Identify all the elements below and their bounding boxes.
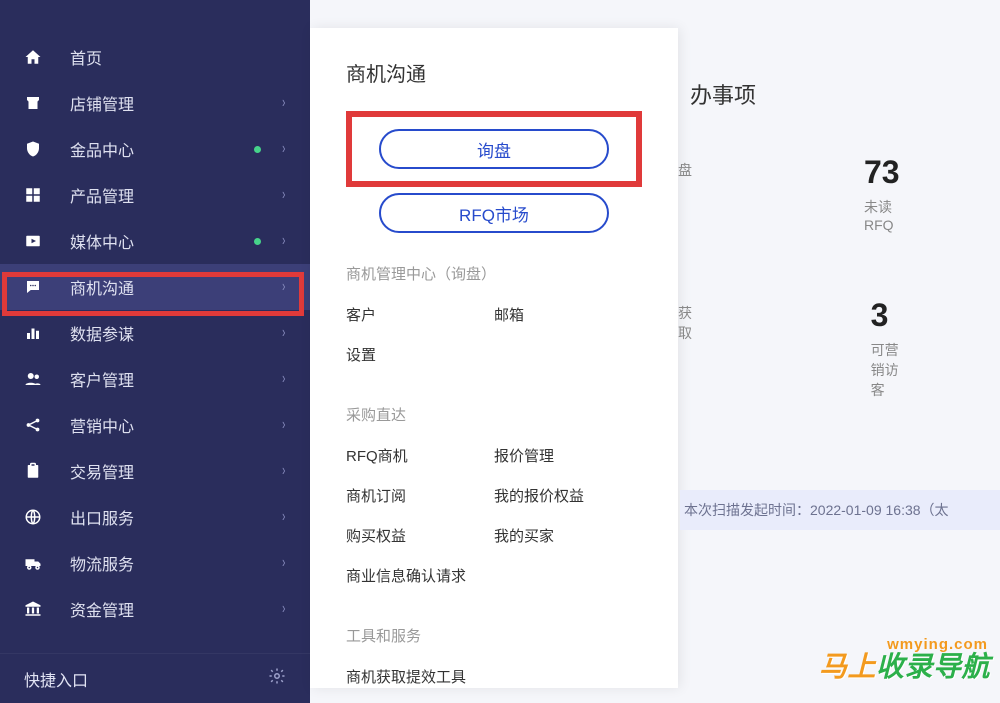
nav-list: 首页 店铺管理 › 金品中心 › 产品管理 › [0, 0, 310, 632]
stat-block[interactable]: 盘 [678, 154, 692, 233]
home-icon [24, 48, 42, 66]
chevron-right-icon: › [282, 370, 285, 388]
shop-icon [24, 94, 42, 112]
right-panel: 办事项 盘 73 未读RFQ 获取 3 可营销访客 [678, 78, 1000, 400]
submenu-link-rfq-opportunity[interactable]: RFQ商机 [346, 435, 494, 475]
sidebar-item-label: 店铺管理 [70, 91, 281, 115]
submenu-link-my-buyers[interactable]: 我的买家 [494, 515, 642, 555]
chevron-right-icon: › [282, 140, 285, 158]
sidebar-item-label: 资金管理 [70, 597, 281, 621]
sidebar-item-label: 金品中心 [70, 137, 254, 161]
sidebar-item-label: 营销中心 [70, 413, 281, 437]
stat-block-unread-rfq[interactable]: 73 未读RFQ [854, 154, 912, 233]
share-icon [24, 416, 42, 434]
sidebar-item-product[interactable]: 产品管理 › [0, 172, 310, 218]
watermark-text-a: 马上 [819, 651, 876, 682]
inquiry-button[interactable]: 询盘 [379, 129, 609, 169]
chevron-right-icon: › [282, 600, 285, 618]
users-icon [24, 370, 42, 388]
bar-chart-icon [24, 324, 42, 342]
chevron-right-icon: › [282, 416, 285, 434]
stat-label: 盘 [678, 160, 692, 180]
sidebar-item-data[interactable]: 数据参谋 › [0, 310, 310, 356]
stat-label: 获取 [678, 303, 699, 343]
subsection-opportunity-center: 商机管理中心（询盘） [346, 263, 642, 284]
chevron-right-icon: › [282, 186, 285, 204]
sidebar-item-label: 媒体中心 [70, 229, 254, 253]
sidebar: 首页 店铺管理 › 金品中心 › 产品管理 › [0, 0, 310, 703]
sidebar-item-label: 客户管理 [70, 367, 281, 391]
submenu-link-quote-rights[interactable]: 我的报价权益 [494, 475, 642, 515]
sidebar-item-label: 出口服务 [70, 505, 281, 529]
chevron-right-icon: › [282, 94, 285, 112]
chevron-right-icon: › [282, 508, 285, 526]
sidebar-item-gold[interactable]: 金品中心 › [0, 126, 310, 172]
annotation-box-inquiry: 询盘 [346, 111, 642, 187]
submenu-link-info-confirm[interactable]: 商业信息确认请求 [346, 555, 642, 595]
grid-icon [24, 186, 42, 204]
sidebar-item-label: 交易管理 [70, 459, 281, 483]
scan-time-text: 本次扫描发起时间：2022-01-09 16:38（太 [684, 500, 949, 520]
sidebar-item-label: 产品管理 [70, 183, 281, 207]
chevron-right-icon: › [282, 278, 285, 296]
media-icon [24, 232, 42, 250]
stat-label: 未读RFQ [864, 197, 912, 233]
chevron-right-icon: › [282, 324, 285, 342]
chevron-right-icon: › [282, 462, 285, 480]
globe-icon [24, 508, 42, 526]
stat-value: 73 [864, 154, 912, 191]
status-dot-icon [254, 146, 261, 153]
submenu-link-settings[interactable]: 设置 [346, 334, 494, 374]
submenu-link-buy-rights[interactable]: 购买权益 [346, 515, 494, 555]
sidebar-item-label: 商机沟通 [70, 275, 281, 299]
stat-block[interactable]: 获取 [678, 297, 699, 400]
submenu-link-mailbox[interactable]: 邮箱 [494, 294, 642, 334]
shield-icon [24, 140, 42, 158]
sidebar-item-label: 物流服务 [70, 551, 281, 575]
sidebar-item-opportunity[interactable]: 商机沟通 › [0, 264, 310, 310]
sidebar-item-home[interactable]: 首页 [0, 34, 310, 80]
clipboard-icon [24, 462, 42, 480]
truck-icon [24, 554, 42, 572]
sidebar-item-label: 首页 [70, 45, 286, 69]
submenu-link-customer[interactable]: 客户 [346, 294, 494, 334]
gear-icon[interactable] [268, 667, 286, 690]
submenu-link-subscription[interactable]: 商机订阅 [346, 475, 494, 515]
stat-value: 3 [871, 297, 912, 334]
subsection-procurement: 采购直达 [346, 404, 642, 425]
rfq-market-button[interactable]: RFQ市场 [379, 193, 609, 233]
status-dot-icon [254, 238, 261, 245]
stat-label: 可营销访客 [871, 340, 912, 400]
sidebar-item-shop[interactable]: 店铺管理 › [0, 80, 310, 126]
todo-title: 办事项 [678, 78, 1000, 110]
shortcut-label: 快捷入口 [24, 667, 88, 691]
sidebar-item-marketing[interactable]: 营销中心 › [0, 402, 310, 448]
sidebar-item-funds[interactable]: 资金管理 › [0, 586, 310, 632]
sidebar-item-customer[interactable]: 客户管理 › [0, 356, 310, 402]
sidebar-item-trade[interactable]: 交易管理 › [0, 448, 310, 494]
submenu-title: 商机沟通 [346, 58, 642, 87]
sidebar-item-label: 数据参谋 [70, 321, 281, 345]
sidebar-item-media[interactable]: 媒体中心 › [0, 218, 310, 264]
subsection-tools: 工具和服务 [346, 625, 642, 646]
scan-time-banner: 本次扫描发起时间：2022-01-09 16:38（太 [680, 490, 1000, 530]
shortcut-entry[interactable]: 快捷入口 [0, 653, 310, 703]
sidebar-item-export[interactable]: 出口服务 › [0, 494, 310, 540]
chevron-right-icon: › [282, 554, 285, 572]
submenu-panel: 商机沟通 询盘 RFQ市场 商机管理中心（询盘） 客户 邮箱 设置 采购直达 R… [310, 28, 678, 688]
sidebar-item-logistics[interactable]: 物流服务 › [0, 540, 310, 586]
submenu-link-quote-manage[interactable]: 报价管理 [494, 435, 642, 475]
chevron-right-icon: › [282, 232, 285, 250]
submenu-link-efficiency-tool[interactable]: 商机获取提效工具 [346, 656, 642, 696]
watermark-text-b: 收录导航 [876, 651, 990, 682]
watermark-logo: 马上收录导航 [819, 645, 990, 685]
chat-icon [24, 278, 42, 296]
bank-icon [24, 600, 42, 618]
stat-block-marketable-visitors[interactable]: 3 可营销访客 [861, 297, 912, 400]
